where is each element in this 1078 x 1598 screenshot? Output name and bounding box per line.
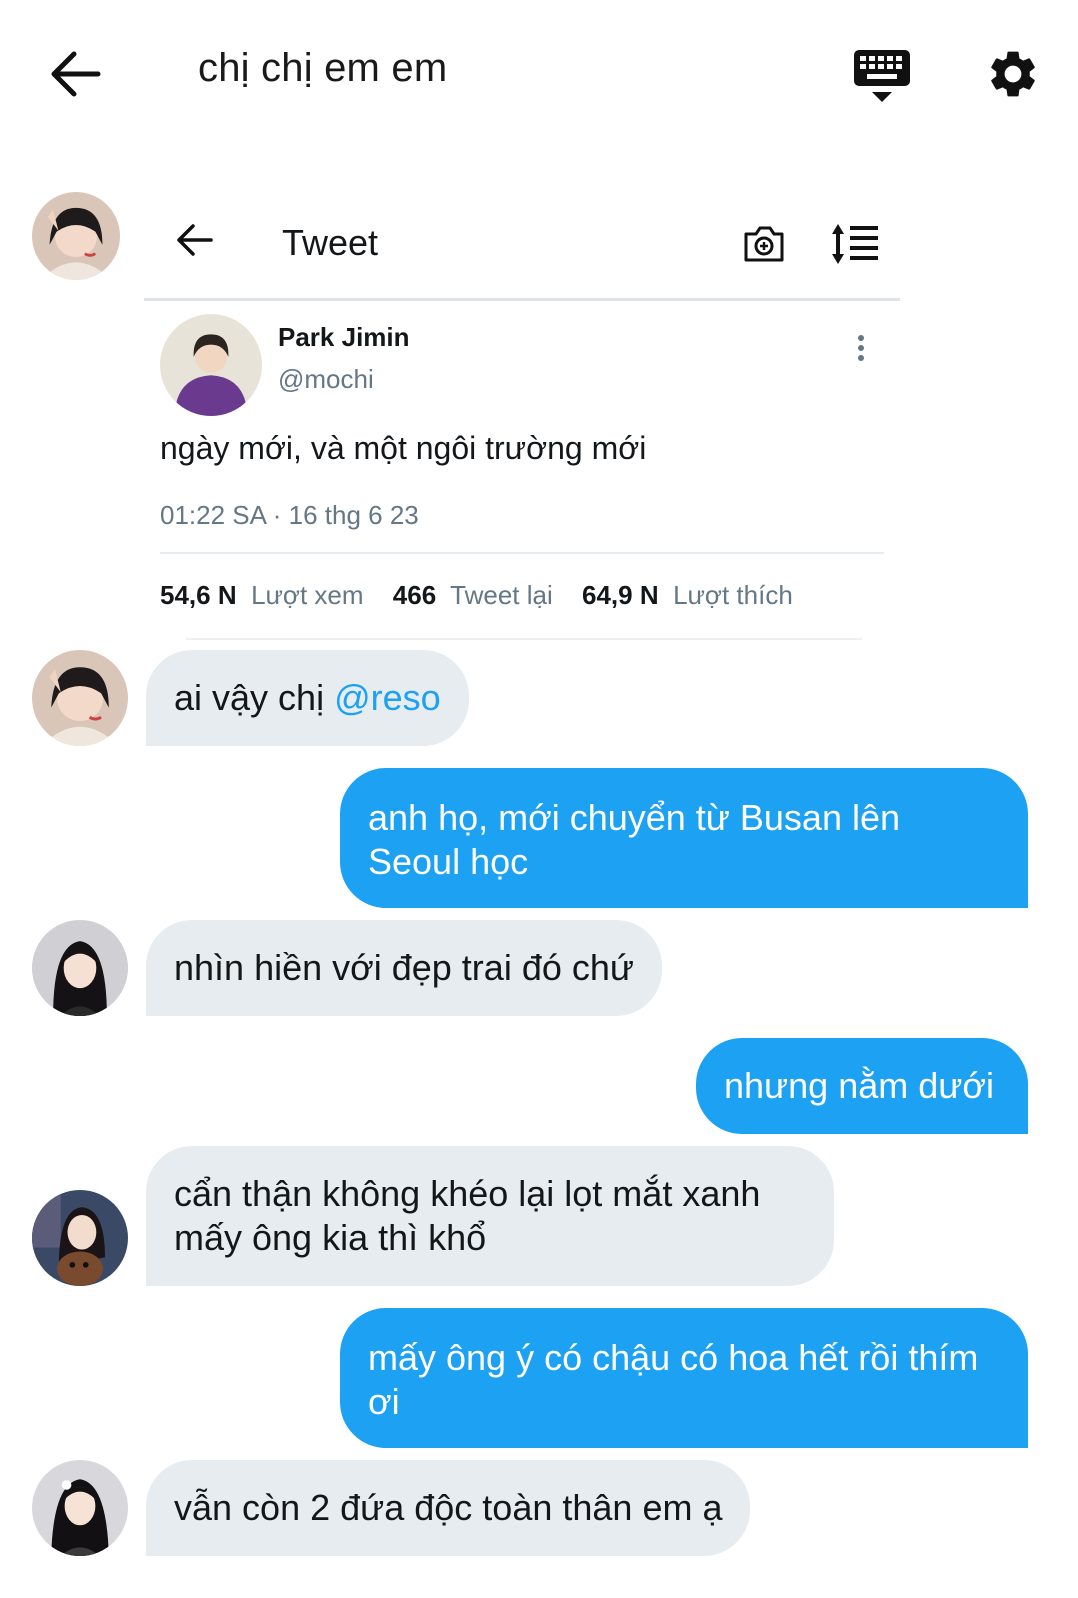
message-text: vẫn còn 2 đứa độc toàn thân em ạ xyxy=(174,1487,723,1528)
tweet-stats: 54,6 N Lượt xem 466 Tweet lại 64,9 N Lượ… xyxy=(160,580,793,611)
chat-title: chị chị em em xyxy=(198,46,448,90)
message-bubble-incoming[interactable]: nhìn hiền với đẹp trai đó chứ xyxy=(146,920,662,1016)
tweet-back-arrow-icon[interactable] xyxy=(175,220,215,260)
tweet-author-avatar[interactable] xyxy=(160,314,262,416)
divider xyxy=(186,638,862,640)
message-bubble-incoming[interactable]: ai vậy chị @reso xyxy=(146,650,469,746)
message-bubble-incoming[interactable]: vẫn còn 2 đứa độc toàn thân em ạ xyxy=(146,1460,751,1556)
message-text: nhìn hiền với đẹp trai đó chứ xyxy=(174,947,634,988)
likes-label: Lượt thích xyxy=(673,580,793,610)
divider xyxy=(144,298,900,301)
message-bubble-outgoing[interactable]: anh họ, mới chuyển từ Busan lên Seoul họ… xyxy=(340,768,1028,908)
message-bubble-incoming[interactable]: cẩn thận không khéo lại lọt mắt xanh mấy… xyxy=(146,1146,834,1286)
message-text: mấy ông ý có chậu có hoa hết rồi thím ơi xyxy=(368,1337,979,1422)
avatar[interactable] xyxy=(32,192,120,280)
message-text: cẩn thận không khéo lại lọt mắt xanh mấy… xyxy=(174,1173,761,1258)
divider xyxy=(160,552,884,554)
avatar[interactable] xyxy=(32,1460,128,1556)
back-arrow-icon[interactable] xyxy=(48,50,102,98)
tweet-author-name[interactable]: Park Jimin xyxy=(278,322,410,353)
views-label: Lượt xem xyxy=(251,580,364,610)
sort-list-icon[interactable] xyxy=(830,222,880,266)
retweets-count: 466 xyxy=(392,580,437,610)
avatar[interactable] xyxy=(32,1190,128,1286)
avatar[interactable] xyxy=(32,920,128,1016)
views-count: 54,6 N xyxy=(160,580,237,610)
message-bubble-outgoing[interactable]: mấy ông ý có chậu có hoa hết rồi thím ơi xyxy=(340,1308,1028,1448)
tweet-timestamp: 01:22 SA · 16 thg 6 23 xyxy=(160,500,419,530)
tweet-card-title: Tweet xyxy=(282,222,379,263)
tweet-text: ngày mới, và một ngôi trường mới xyxy=(160,430,647,466)
message-bubble-outgoing[interactable]: nhưng nằm dưới xyxy=(696,1038,1028,1134)
camera-add-icon[interactable] xyxy=(742,222,786,266)
avatar[interactable] xyxy=(32,650,128,746)
message-text: nhưng nằm dưới xyxy=(724,1065,994,1106)
keyboard-hide-icon[interactable] xyxy=(852,48,912,108)
message-text: anh họ, mới chuyển từ Busan lên Seoul họ… xyxy=(368,797,901,882)
message-text: ai vậy chị xyxy=(174,677,335,718)
retweets-label: Tweet lại xyxy=(450,580,553,610)
mention-link[interactable]: @reso xyxy=(334,677,441,718)
likes-count: 64,9 N xyxy=(582,580,659,610)
settings-gear-icon[interactable] xyxy=(985,46,1041,102)
tweet-author-handle[interactable]: @mochi xyxy=(278,364,374,395)
more-options-icon[interactable] xyxy=(854,334,868,364)
